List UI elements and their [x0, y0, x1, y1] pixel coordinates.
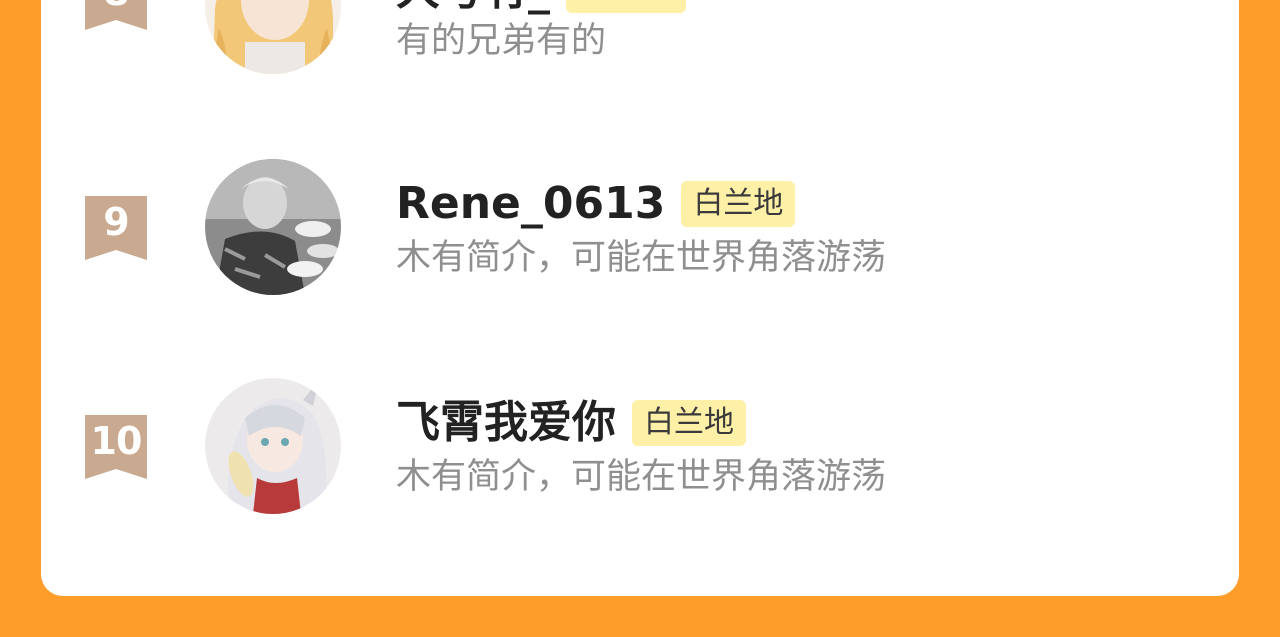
leaderboard-row[interactable]: 10 飞霄我爱你 白兰地 木有简介，可能在世界角落游荡: [41, 375, 1239, 515]
avatar[interactable]: [205, 159, 341, 295]
rank-ribbon-icon: 10: [85, 415, 147, 479]
rank-number: 9: [103, 200, 129, 244]
avatar[interactable]: [205, 378, 341, 514]
user-name: 大号有_: [396, 0, 550, 18]
user-bio: 有的兄弟有的: [396, 21, 607, 61]
leaderboard-card: 8 大号有_ 有的兄弟有的 9: [41, 0, 1239, 596]
level-badge: 白兰地: [681, 181, 796, 227]
level-badge: [566, 0, 686, 13]
rank-number: 10: [90, 419, 143, 463]
user-name: Rene_0613: [396, 178, 666, 229]
leaderboard-row[interactable]: 8 大号有_ 有的兄弟有的: [41, 0, 1239, 100]
rank-ribbon-icon: 9: [85, 196, 147, 260]
rank-ribbon-icon: 8: [85, 0, 147, 30]
avatar[interactable]: [205, 0, 341, 74]
level-badge: 白兰地: [632, 400, 746, 446]
leaderboard-row[interactable]: 9 Rene_0613 白兰地 木有简介，可能在世界角落游荡: [41, 156, 1239, 296]
user-bio: 木有简介，可能在世界角落游荡: [396, 457, 887, 497]
user-name: 飞霄我爱你: [396, 397, 616, 448]
user-bio: 木有简介，可能在世界角落游荡: [396, 238, 887, 278]
rank-number: 8: [85, 0, 147, 14]
